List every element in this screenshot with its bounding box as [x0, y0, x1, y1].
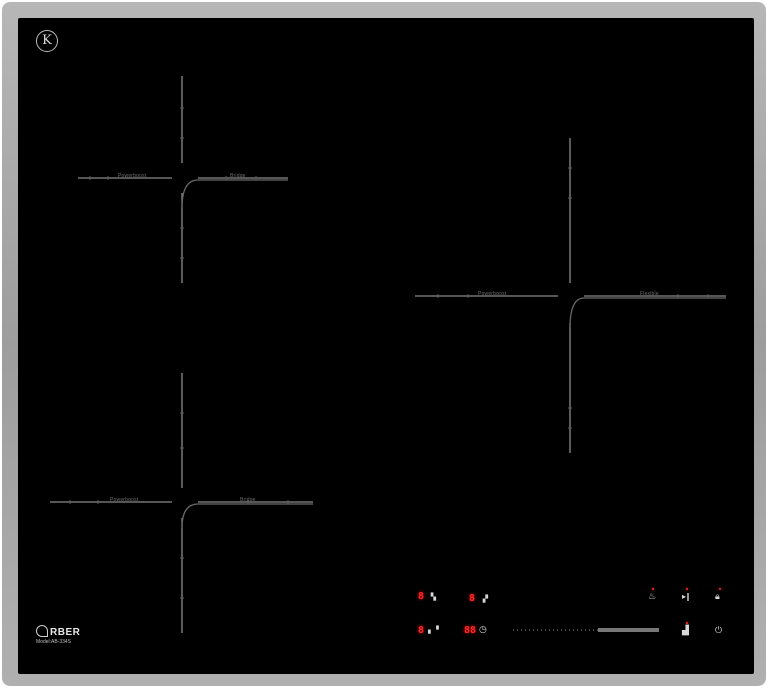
- glass-surface: K Powerboost Bridge Powerboost Bridge Po…: [18, 18, 754, 674]
- power-level-slider[interactable]: [513, 627, 659, 633]
- zone-center-top-display: 8: [469, 593, 476, 604]
- brand-name: RBER: [36, 625, 80, 638]
- zone-center-top-icon[interactable]: ▗▘: [480, 594, 491, 604]
- zone-top-left-label-left: Powerboost: [118, 173, 147, 179]
- zone-left-bottom-display: 8: [418, 625, 425, 636]
- zone-bottom-left-label-left: Powerboost: [110, 497, 139, 503]
- model-label: Model:AB-334S: [36, 639, 72, 645]
- slider-fill: [597, 628, 659, 632]
- brand-mark-icon: [36, 625, 48, 637]
- pause-icon[interactable]: ▸‖: [682, 592, 690, 602]
- cooktop-frame: K Powerboost Bridge Powerboost Bridge Po…: [2, 2, 766, 686]
- lock-icon[interactable]: 🔒︎: [715, 592, 720, 602]
- cooking-zone-bottom-left: [50, 373, 313, 633]
- brand-name-text: RBER: [50, 627, 81, 638]
- brand-label: RBER Model:AB-334S: [36, 625, 80, 645]
- zone-right-label-right: Flexible: [640, 291, 659, 297]
- power-icon[interactable]: ⏻: [715, 626, 722, 636]
- cooking-zone-markings: [50, 76, 726, 633]
- cooking-zone-right: [415, 138, 726, 453]
- keep-warm-icon[interactable]: ♨: [648, 592, 656, 602]
- timer-icon[interactable]: ◷: [479, 625, 487, 635]
- zone-left-top-display: 8: [418, 591, 425, 602]
- boost-icon[interactable]: ▟: [682, 626, 689, 636]
- zone-top-left-label-right: Bridge: [230, 173, 246, 179]
- boost-indicator: [686, 622, 688, 624]
- zone-right-label-left: Powerboost: [478, 291, 507, 297]
- lock-indicator: [719, 588, 721, 590]
- zone-left-top-icon[interactable]: ▝▖: [428, 592, 439, 602]
- pause-indicator: [686, 588, 688, 590]
- zone-bottom-left-label-right: Bridge: [240, 497, 256, 503]
- keep-warm-indicator: [652, 588, 654, 590]
- timer-display: 88: [464, 625, 477, 636]
- zone-left-bottom-icon[interactable]: ▖▝: [428, 625, 439, 635]
